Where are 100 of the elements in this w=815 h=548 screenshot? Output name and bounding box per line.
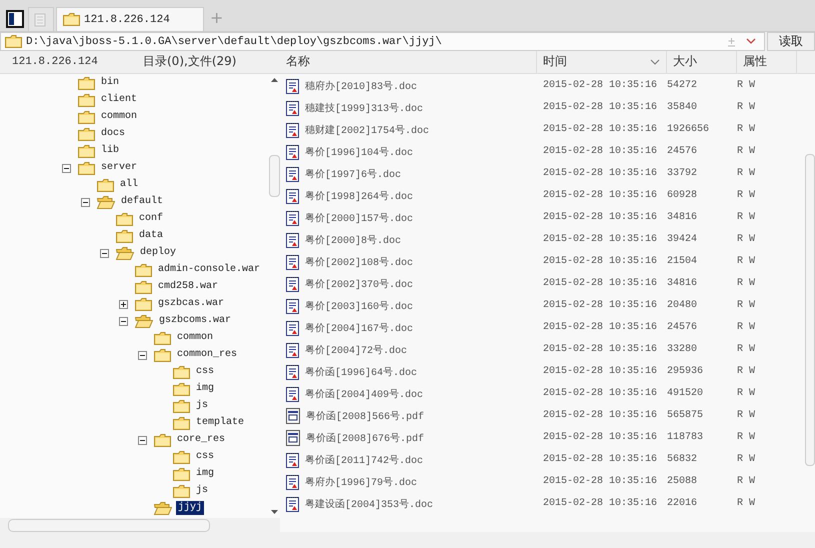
tree-item[interactable]: common_res [175,348,240,362]
path-field[interactable]: D:\java\jboss-5.1.0.GA\server\default\deploy\gszbcoms.war\jjyj\ [26,36,723,48]
file-size: 35840 [667,102,698,114]
modified-time: 2015-02-28 10:35:16 [542,80,658,92]
tree-item[interactable]: img [194,467,216,482]
pdf-file-icon [286,408,300,424]
document-icon [286,320,299,336]
file-attributes: R W [737,278,756,290]
file-name[interactable]: 粤价[1998]264号.doc [305,188,414,203]
file-size: 22016 [667,498,698,510]
scrollbar[interactable] [805,154,815,466]
file-size: 565875 [667,410,704,422]
file-name[interactable]: 粤价[1997]6号.doc [305,166,402,181]
tree-item[interactable]: docs [99,127,128,142]
column-header[interactable]: 时间 [537,51,667,73]
collapse-icon[interactable] [100,248,109,258]
folder-icon [78,76,95,90]
document-icon [286,452,299,468]
tree-item[interactable]: cmd258.war [156,280,220,294]
file-name[interactable]: 穗建技[1999]313号.doc [305,100,424,115]
tree-item[interactable]: css [194,450,216,464]
file-attributes: R W [737,344,756,356]
tree-item[interactable]: common [99,110,140,124]
file-name[interactable]: 粤价[2004]167号.doc [305,320,414,335]
document-icon [286,474,299,490]
tree-item[interactable]: default [119,195,166,210]
file-attributes: R W [737,366,756,378]
collapse-icon[interactable] [138,436,147,445]
document-icon [286,386,299,402]
file-name[interactable]: 穗府办[2010]83号.doc [305,78,418,93]
file-name[interactable]: 粤价函[2004]409号.doc [305,386,424,401]
tab[interactable]: 121.8.226.124 [56,7,204,31]
file-name[interactable]: 粤价函[2008]566号.pdf [306,408,424,423]
column-header[interactable]: 名称 [280,51,537,73]
address-bar[interactable]: D:\java\jboss-5.1.0.GA\server\default\deploy\gszbcoms.war\jjyj\ [0,32,765,51]
tree-item[interactable]: all [118,178,140,192]
tree-item[interactable]: data [137,229,166,244]
folder-icon [78,110,95,124]
scroll-up-icon[interactable] [270,78,278,82]
file-attributes: R W [737,388,756,400]
file-name[interactable]: 粤建设函[2004]353号.doc [305,496,434,511]
tree-item[interactable]: conf [137,212,166,226]
tree-item[interactable]: client [99,93,140,108]
scroll-thumb[interactable] [268,154,280,197]
file-name[interactable]: 粤价函[2008]676号.pdf [306,430,424,445]
file-name[interactable]: 粤价函[2011]742号.doc [305,452,424,467]
modified-time: 2015-02-28 10:35:16 [542,366,658,378]
file-attributes: R W [737,256,756,268]
file-name[interactable]: 粤价[2004]72号.doc [305,342,408,357]
file-attributes: R W [737,410,756,422]
file-name[interactable]: 粤价[2002]108号.doc [305,254,414,269]
file-name[interactable]: 粤价函[1996]64号.doc [305,364,418,379]
file-name[interactable]: 粤府办[1996]79号.doc [305,474,418,489]
tree-item[interactable]: lib [99,144,122,158]
tree-item[interactable]: js [194,399,210,414]
file-name[interactable]: 粤价[1996]104号.doc [305,144,414,159]
folder-icon [154,434,171,447]
file-attributes: R W [737,300,756,312]
tree-item[interactable]: core_res [175,433,228,448]
modified-time: 2015-02-28 10:35:16 [542,410,658,422]
modified-time: 2015-02-28 10:35:16 [542,322,658,334]
tree-item[interactable]: gszbcas.war [156,297,226,312]
collapse-icon[interactable] [81,198,90,207]
tree-item[interactable]: deploy [138,246,178,260]
column-header[interactable]: 属性 [737,51,797,73]
tree-item[interactable]: common [175,331,216,346]
collapse-icon[interactable] [119,316,128,326]
file-name[interactable]: 穗财建[2002]1754号.doc [305,122,430,137]
tree-item[interactable]: jjyj [176,501,204,516]
expand-icon[interactable] [119,300,128,309]
folder-icon [173,382,190,396]
modified-time: 2015-02-28 10:35:16 [542,498,658,510]
sort-icon[interactable] [650,58,660,65]
tree-item[interactable]: admin-console.war [156,263,262,278]
tree-item[interactable]: template [194,416,246,430]
tree-item[interactable]: bin [99,76,122,90]
tree-item[interactable]: server [99,161,140,176]
column-header[interactable]: 大小 [667,51,737,73]
tree-item[interactable]: js [194,484,210,498]
folder-icon [173,366,190,379]
file-name[interactable]: 粤价[2000]8号.doc [305,232,402,247]
file-name[interactable]: 粤价[2002]370号.doc [305,276,414,291]
file-attributes: R W [737,476,756,488]
scroll-thumb[interactable] [8,518,210,532]
file-size: 34816 [667,278,698,290]
folder-icon [154,348,171,362]
scroll-down-icon[interactable] [270,510,278,514]
collapse-icon[interactable] [138,350,147,360]
file-name[interactable]: 粤价[2003]160号.doc [305,298,414,313]
tree-item[interactable]: img [194,382,216,396]
read-button[interactable]: 读取 [767,32,815,51]
panel-tab[interactable] [4,7,26,31]
document-icon [286,298,299,314]
collapse-icon[interactable] [62,164,71,173]
folder-icon [135,280,152,294]
tree-item[interactable]: css [194,365,216,380]
folder-icon [63,13,80,26]
dropdown-icon[interactable] [746,38,756,45]
tree-item[interactable]: gszbcoms.war [157,314,234,328]
file-name[interactable]: 粤价[2000]157号.doc [305,210,414,225]
